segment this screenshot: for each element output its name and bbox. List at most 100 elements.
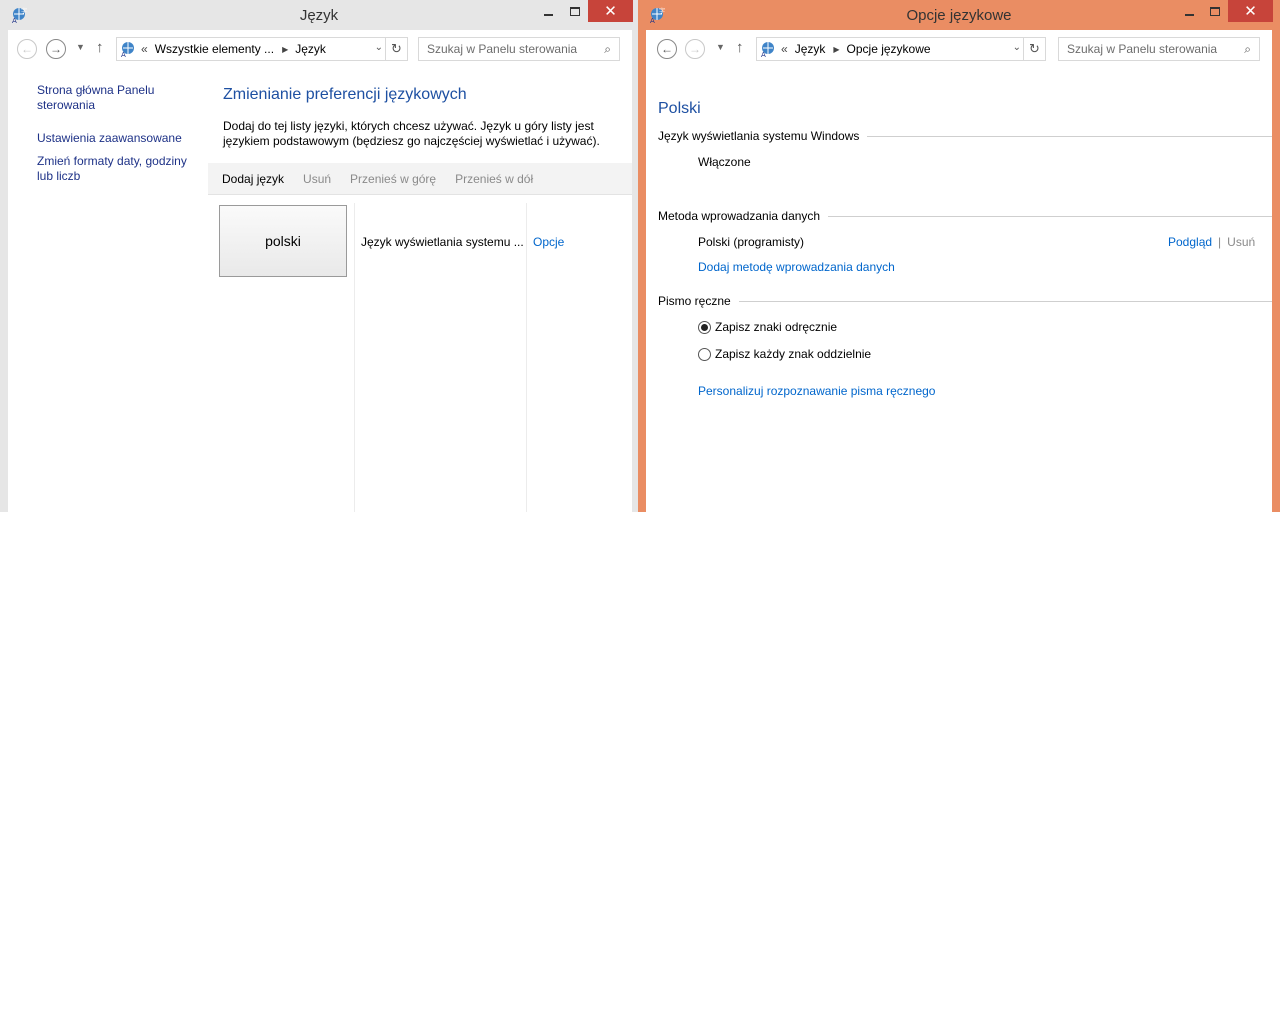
- minimize-icon: [543, 14, 553, 16]
- remove-input-method-link[interactable]: Usuń: [1227, 235, 1255, 249]
- radio-circle[interactable]: [698, 320, 711, 334]
- page-title: Zmienianie preferencji językowych: [223, 86, 467, 103]
- close-icon: ✕: [1244, 3, 1257, 20]
- chevron-down-icon[interactable]: ⌄: [1013, 42, 1021, 53]
- language-globe-icon: A: [761, 42, 774, 58]
- radio-circle[interactable]: [698, 347, 711, 361]
- search-box: ⌕: [1058, 37, 1260, 61]
- personalize-handwriting-link[interactable]: Personalizuj rozpoznawanie pisma ręczneg…: [698, 384, 935, 398]
- page-description: Dodaj do tej listy języki, których chces…: [223, 119, 600, 148]
- forward-arrow-icon: →: [50, 42, 62, 56]
- recent-locations-button[interactable]: ▼: [76, 42, 85, 52]
- section-divider: [867, 135, 1272, 137]
- refresh-icon: ↻: [1029, 41, 1040, 56]
- radio-freehand[interactable]: Zapisz znaki odręcznie: [698, 320, 837, 334]
- minimize-button[interactable]: [1176, 0, 1202, 22]
- chevron-down-icon[interactable]: ⌄: [375, 42, 383, 53]
- language-item-tile[interactable]: polski: [219, 205, 347, 277]
- address-bar[interactable]: A « Wszystkie elementy ... ▶ Język ⌄ ↻: [116, 37, 408, 61]
- sidebar-link-change-formats[interactable]: Zmień formaty daty, godziny lub liczb: [37, 154, 202, 184]
- breadcrumb-language[interactable]: Język: [295, 42, 326, 56]
- search-input[interactable]: [427, 42, 597, 56]
- section-divider: [828, 215, 1272, 217]
- maximize-button[interactable]: [562, 0, 588, 22]
- client-area: ← → ▼ ↑ A « Język ▶ Opcje językowe ⌄ ↻ ⌕: [646, 30, 1272, 512]
- close-button[interactable]: ✕: [1228, 0, 1273, 22]
- input-method-item: Polski (programisty): [698, 235, 805, 249]
- section-divider: [738, 300, 1272, 302]
- preview-link[interactable]: Podgląd: [1168, 235, 1212, 249]
- breadcrumb-all-items[interactable]: Wszystkie elementy ...: [155, 42, 274, 56]
- forward-button[interactable]: →: [685, 39, 705, 59]
- radio-label[interactable]: Zapisz każdy znak oddzielnie: [715, 347, 871, 361]
- minimize-icon: [1184, 14, 1194, 16]
- chevron-down-icon: ▼: [76, 42, 85, 52]
- page-title: Polski: [658, 100, 701, 117]
- maximize-icon: [1210, 6, 1220, 16]
- language-options-window: A 字 Opcje językowe ✕ ← → ▼ ↑ A « Język ▶…: [638, 0, 1280, 512]
- add-language-button[interactable]: Dodaj język: [222, 172, 284, 186]
- breadcrumb-language-options[interactable]: Opcje językowe: [847, 42, 931, 56]
- back-button[interactable]: ←: [17, 39, 37, 59]
- search-input[interactable]: [1067, 42, 1237, 56]
- section-label: Pismo ręczne: [658, 294, 731, 308]
- refresh-button[interactable]: ↻: [385, 38, 407, 60]
- forward-arrow-icon: →: [689, 42, 701, 56]
- up-arrow-icon: ↑: [736, 39, 744, 56]
- input-method-actions: Podgląd | Usuń: [1168, 235, 1255, 249]
- move-up-button[interactable]: Przenieś w górę: [350, 172, 436, 186]
- breadcrumb-overflow[interactable]: «: [781, 42, 788, 56]
- chevron-right-icon[interactable]: ▶: [282, 45, 288, 54]
- navigation-bar: ← → ▼ ↑ A « Język ▶ Opcje językowe ⌄ ↻ ⌕: [646, 30, 1272, 68]
- search-box: ⌕: [418, 37, 620, 61]
- recent-locations-button[interactable]: ▼: [716, 42, 725, 52]
- client-area: ← → ▼ ↑ A « Wszystkie elementy ... ▶ Jęz…: [8, 30, 632, 512]
- chevron-right-icon[interactable]: ▶: [833, 45, 839, 54]
- back-button[interactable]: ←: [657, 39, 677, 59]
- section-input-method: Metoda wprowadzania danych: [658, 208, 1272, 224]
- minimize-button[interactable]: [535, 0, 561, 22]
- forward-button[interactable]: →: [46, 39, 66, 59]
- refresh-icon: ↻: [391, 41, 402, 56]
- close-button[interactable]: ✕: [588, 0, 633, 22]
- title-bar[interactable]: A 字 Język ✕: [0, 0, 638, 30]
- title-bar[interactable]: A 字 Opcje językowe ✕: [638, 0, 1280, 30]
- svg-text:A: A: [121, 51, 126, 58]
- back-arrow-icon: ←: [21, 42, 33, 56]
- language-item-info: Język wyświetlania systemu ...: [361, 235, 524, 249]
- breadcrumb-overflow[interactable]: «: [141, 42, 148, 56]
- action-separator: |: [1218, 235, 1222, 249]
- up-arrow-icon: ↑: [96, 39, 104, 56]
- language-toolbar: Dodaj język Usuń Przenieś w górę Przenie…: [208, 163, 632, 195]
- sidebar-link-control-panel-home[interactable]: Strona główna Panelu sterowania: [37, 83, 202, 113]
- sidebar-link-advanced-settings[interactable]: Ustawienia zaawansowane: [37, 131, 202, 146]
- back-arrow-icon: ←: [661, 42, 673, 56]
- language-globe-icon: A: [121, 42, 134, 58]
- move-down-button[interactable]: Przenieś w dół: [455, 172, 533, 186]
- search-icon[interactable]: ⌕: [1244, 42, 1251, 57]
- refresh-button[interactable]: ↻: [1023, 38, 1045, 60]
- section-label: Język wyświetlania systemu Windows: [658, 129, 860, 143]
- language-options-link[interactable]: Opcje: [533, 235, 564, 249]
- column-divider: [526, 203, 527, 512]
- navigation-bar: ← → ▼ ↑ A « Wszystkie elementy ... ▶ Jęz…: [8, 30, 632, 68]
- maximize-icon: [570, 6, 580, 16]
- language-window: A 字 Język ✕ ← → ▼ ↑ A « Wszystkie elemen…: [0, 0, 638, 512]
- up-button[interactable]: ↑: [96, 39, 104, 56]
- maximize-button[interactable]: [1202, 0, 1228, 22]
- radio-selected-dot: [701, 323, 708, 331]
- section-display-language: Język wyświetlania systemu Windows: [658, 128, 1272, 144]
- chevron-down-icon: ▼: [716, 42, 725, 52]
- search-icon[interactable]: ⌕: [604, 42, 611, 57]
- add-input-method-link[interactable]: Dodaj metodę wprowadzania danych: [698, 260, 895, 274]
- svg-text:A: A: [761, 51, 766, 58]
- display-language-status: Włączone: [698, 155, 751, 169]
- remove-language-button[interactable]: Usuń: [303, 172, 331, 186]
- section-label: Metoda wprowadzania danych: [658, 209, 821, 223]
- radio-label[interactable]: Zapisz znaki odręcznie: [715, 320, 837, 334]
- breadcrumb-language[interactable]: Język: [795, 42, 826, 56]
- address-bar[interactable]: A « Język ▶ Opcje językowe ⌄ ↻: [756, 37, 1046, 61]
- column-divider: [354, 203, 355, 512]
- radio-per-character[interactable]: Zapisz każdy znak oddzielnie: [698, 347, 871, 361]
- up-button[interactable]: ↑: [736, 39, 744, 56]
